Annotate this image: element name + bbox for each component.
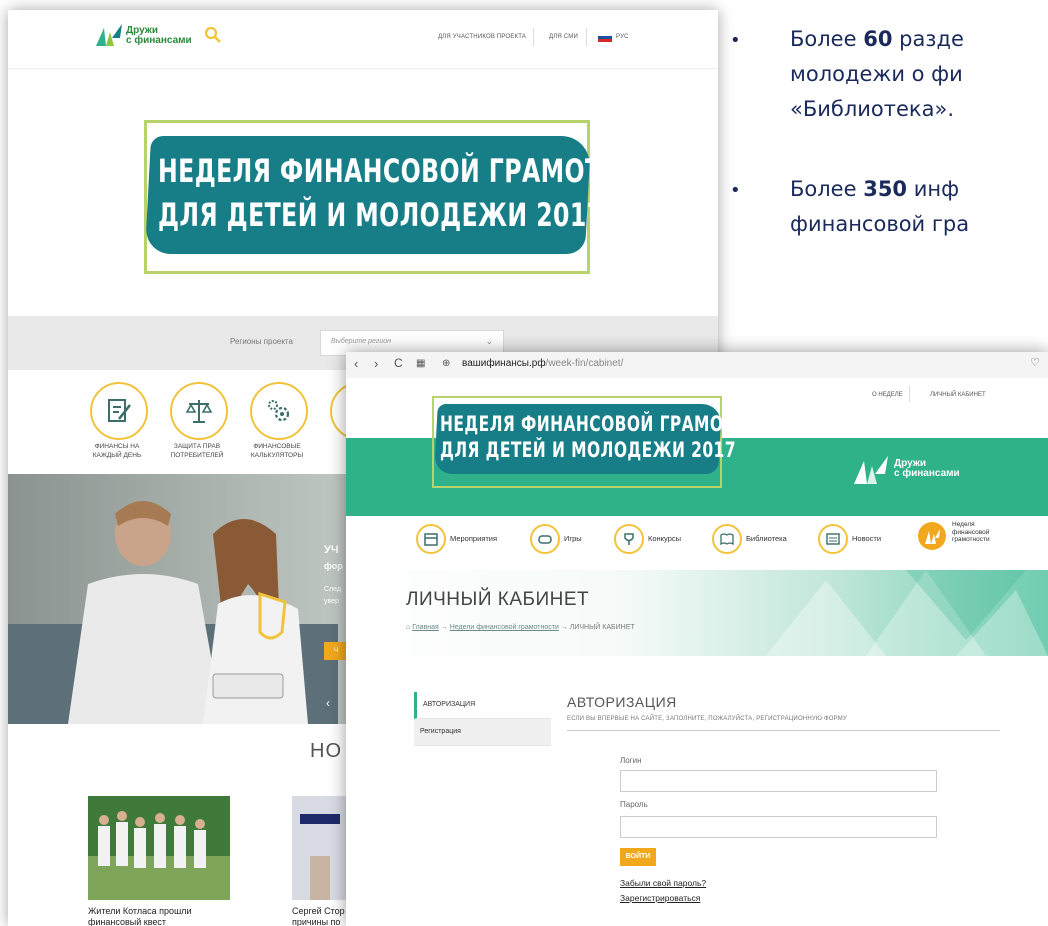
hero-button[interactable]: Ч — [324, 642, 348, 660]
region-placeholder: Выберите регион — [331, 338, 391, 345]
bullet-2-line-2: финансовой гра — [790, 212, 970, 236]
hero-title: УЧ — [324, 544, 339, 556]
apps-icon[interactable]: ▦ — [416, 358, 425, 369]
hero-text-1: След — [324, 586, 341, 593]
browser-toolbar: ‹ › C ▦ ⊕ вашифинансы.рф/week-fin/cabine… — [346, 352, 1048, 379]
page-title: ЛИЧНЫЙ КАБИНЕТ — [406, 589, 590, 610]
banner-title-line-2: ДЛЯ ДЕТЕЙ И МОЛОДЕЖИ 2017 — [158, 196, 604, 234]
breadcrumb-weeks[interactable]: Недели финансовой грамотности — [450, 624, 559, 631]
menu-library[interactable] — [712, 524, 742, 554]
bullet-1-line-2: молодежи о фи — [790, 62, 963, 86]
category-consumer-rights[interactable] — [170, 382, 228, 440]
side-item-authorization[interactable]: АВТОРИЗАЦИЯ — [414, 692, 551, 719]
menu-label[interactable]: Игры — [564, 534, 582, 543]
category-everyday-finance[interactable] — [90, 382, 148, 440]
bullet-1-line-1: Более 60 разде — [790, 27, 964, 51]
nav-cabinet[interactable]: ЛИЧНЫЙ КАБИНЕТ — [930, 392, 986, 398]
category-label: ЗАЩИТА ПРАВ ПОТРЕБИТЕЛЕЙ — [170, 443, 224, 459]
nav-divider — [533, 28, 534, 46]
breadcrumb-home[interactable]: Главная — [412, 624, 439, 631]
menu-news[interactable] — [818, 524, 848, 554]
logo-mark-icon — [96, 24, 122, 46]
banner-title-line-1: НЕДЕЛЯ ФИНАНСОВОЙ ГРАМОТНОСТИ — [158, 152, 697, 190]
scales-icon — [185, 400, 213, 423]
news-photo-2[interactable] — [292, 796, 348, 900]
auth-subtitle: ЕСЛИ ВЫ ВПЕРВЫЕ НА САЙТЕ, ЗАПОЛНИТЕ, ПОЖ… — [567, 716, 847, 722]
nav-divider — [909, 386, 910, 402]
banner-title-line-2: ДЛЯ ДЕТЕЙ И МОЛОДЕЖИ 2017 — [440, 438, 736, 462]
news-photo-1[interactable] — [88, 796, 230, 900]
heart-icon[interactable]: ♡ — [1030, 356, 1040, 369]
reload-icon[interactable]: C — [394, 356, 403, 370]
news-caption-2[interactable]: Сергей Стор причины по — [292, 906, 345, 926]
news-icon — [826, 533, 840, 545]
gears-icon — [268, 400, 290, 422]
hero-subtitle: фор — [324, 561, 343, 571]
site-header: Дружи с финансами ДЛЯ УЧАСТНИКОВ ПРОЕКТА… — [8, 10, 718, 69]
news-heading: НО — [310, 740, 342, 762]
cabinet-side-menu: АВТОРИЗАЦИЯ Регистрация — [414, 692, 551, 746]
document-pencil-icon — [108, 399, 131, 422]
password-input[interactable] — [620, 816, 937, 838]
back-icon[interactable]: ‹ — [354, 356, 358, 371]
login-button[interactable]: ВОЙТИ — [620, 848, 656, 866]
language-switch[interactable]: РУС — [616, 34, 629, 40]
globe-icon: ⊕ — [442, 358, 451, 369]
forgot-password-link[interactable]: Забыли свой пароль? — [620, 878, 706, 888]
cabinet-week-banner: НЕДЕЛЯ ФИНАНСОВОЙ ГРАМОТНОСТИ ДЛЯ ДЕТЕЙ … — [428, 392, 797, 490]
side-item-registration[interactable]: Регистрация — [414, 719, 551, 746]
bullet-marker: • — [730, 180, 741, 201]
nav-media[interactable]: ДЛЯ СМИ — [549, 34, 578, 40]
divider — [567, 730, 1000, 731]
banner-title-line-1: НЕДЕЛЯ ФИНАНСОВОЙ ГРАМОТНОСТИ — [440, 412, 798, 436]
hero-text-2: увер — [324, 598, 339, 605]
password-label: Пароль — [620, 800, 648, 809]
trophy-icon — [624, 533, 634, 545]
menu-label[interactable]: Мероприятия — [450, 534, 497, 543]
russian-flag-icon — [598, 33, 612, 42]
bullet-marker: • — [730, 30, 741, 51]
cabinet-screenshot: ‹ › C ▦ ⊕ вашифинансы.рф/week-fin/cabine… — [346, 352, 1048, 926]
calendar-icon — [424, 533, 438, 546]
region-label: Регионы проекта — [230, 337, 293, 346]
menu-games[interactable] — [530, 524, 560, 554]
menu-events[interactable] — [416, 524, 446, 554]
login-input[interactable] — [620, 770, 937, 792]
news-caption-1[interactable]: Жители Котласа прошли финансовый квест — [88, 906, 191, 926]
cabinet-title-banner — [346, 570, 1048, 656]
nav-participants[interactable]: ДЛЯ УЧАСТНИКОВ ПРОЕКТА — [438, 34, 526, 40]
logo-line-2: с финансами — [894, 468, 960, 479]
bullet-2-line-1: Более 350 инф — [790, 177, 960, 201]
logo-mark-icon — [854, 456, 888, 484]
home-icon[interactable]: ⌂ — [406, 624, 410, 631]
triangle-pattern — [766, 570, 1048, 656]
bullet-1-line-3: «Библиотека». — [790, 97, 955, 121]
menu-label[interactable]: Новости — [852, 534, 881, 543]
breadcrumb-current: ЛИЧНЫЙ КАБИНЕТ — [569, 624, 635, 631]
menu-label[interactable]: Библиотека — [746, 534, 787, 543]
menu-label[interactable]: Конкурсы — [648, 534, 681, 543]
week-badge-label[interactable]: Неделя финансовой грамотности — [952, 521, 990, 544]
register-link[interactable]: Зарегистрироваться — [620, 893, 700, 903]
search-icon[interactable] — [204, 26, 222, 44]
forward-icon[interactable]: › — [374, 356, 378, 371]
game-icon — [538, 535, 552, 544]
nav-divider — [586, 28, 587, 46]
category-calculators[interactable] — [250, 382, 308, 440]
nav-about-week[interactable]: О НЕДЕЛЕ — [872, 392, 903, 398]
address-bar[interactable]: вашифинансы.рф/week-fin/cabinet/ — [462, 358, 623, 369]
book-icon — [720, 533, 734, 546]
breadcrumb: ⌂ Главная → Недели финансовой грамотност… — [406, 624, 635, 631]
auth-title: АВТОРИЗАЦИЯ — [567, 694, 677, 710]
category-label: ФИНАНСЫ НА КАЖДЫЙ ДЕНЬ — [92, 443, 142, 459]
chevron-down-icon: ⌄ — [485, 336, 493, 346]
week-banner: НЕДЕЛЯ ФИНАНСОВОЙ ГРАМОТНОСТИ ДЛЯ ДЕТЕЙ … — [138, 114, 696, 278]
slider-prev-icon[interactable]: ‹ — [326, 696, 330, 710]
logo-line-2: с финансами — [126, 35, 192, 46]
login-label: Логин — [620, 756, 642, 765]
menu-contests[interactable] — [614, 524, 644, 554]
week-badge-icon[interactable] — [918, 522, 946, 550]
